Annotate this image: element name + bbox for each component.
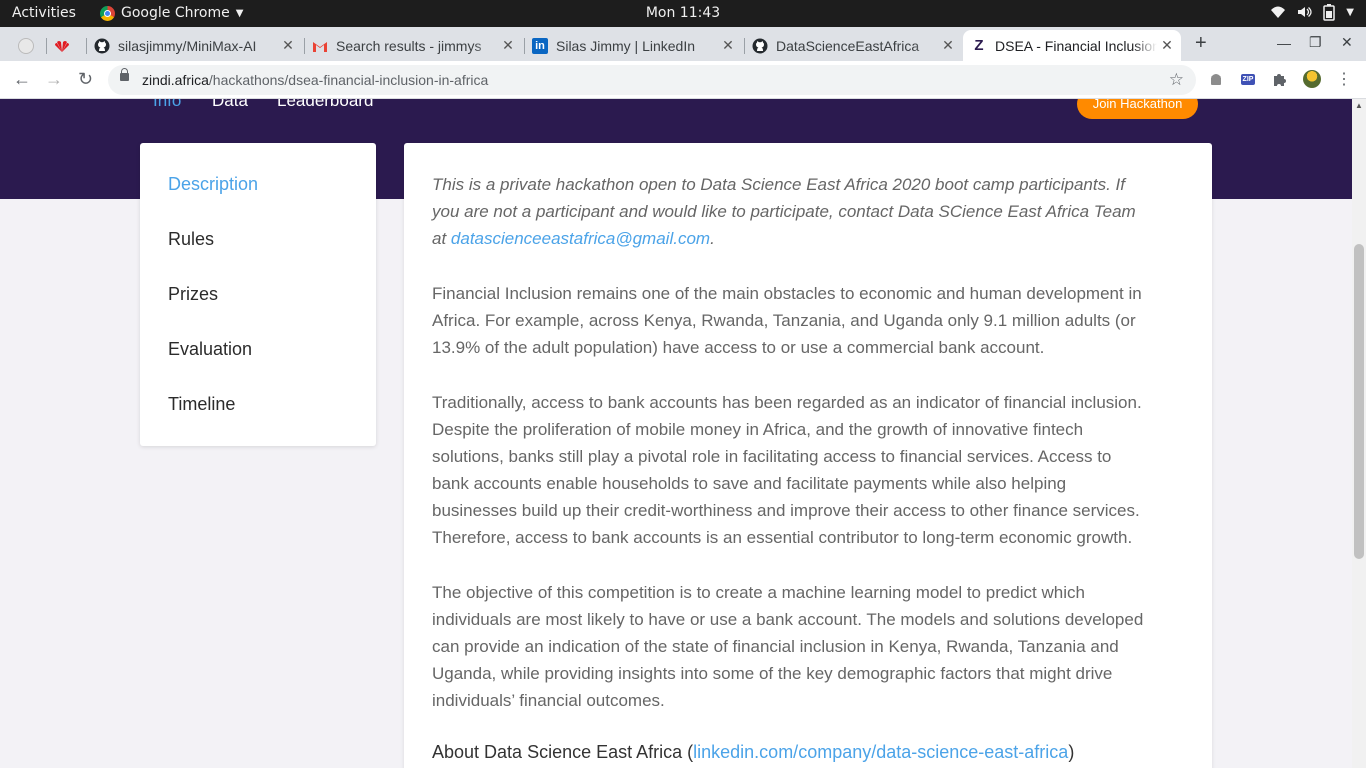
system-top-bar: Activities Google Chrome ▼ Mon 11:43 ▼ xyxy=(0,0,1366,27)
text-line: solutions, banks still play a pivotal ro… xyxy=(432,447,1112,466)
about-heading: About Data Science East Africa (linkedin… xyxy=(432,742,1075,762)
tab-dsea-github[interactable]: DataScienceEastAfrica ✕ xyxy=(744,30,962,61)
text-line: can provide an indication of the state o… xyxy=(432,637,1119,656)
text-line: bank accounts enable households to save … xyxy=(432,474,1067,493)
paragraph-bank-accounts: Traditionally, access to bank accounts h… xyxy=(432,389,1192,551)
subnav-data[interactable]: Data xyxy=(212,99,248,111)
battery-icon xyxy=(1323,4,1336,21)
contact-email-link[interactable]: datascienceeastafrica@gmail.com xyxy=(451,229,710,248)
close-window-button[interactable]: ✕ xyxy=(1341,34,1353,51)
paragraph-objective: The objective of this competition is to … xyxy=(432,579,1192,714)
tab-strip: silasjimmy/MiniMax-AI ✕ Search results -… xyxy=(0,27,1366,61)
zip-extension-icon[interactable]: ZIP xyxy=(1239,70,1257,88)
chrome-icon xyxy=(100,5,115,21)
url-text[interactable]: zindi.africa/hackathons/dsea-financial-i… xyxy=(142,72,488,88)
subnav-info[interactable]: Info xyxy=(153,99,181,111)
section-sidebar: Description Rules Prizes Evaluation Time… xyxy=(140,143,376,446)
intro-line: you are not a participant and would like… xyxy=(432,202,1136,221)
scrollbar-thumb[interactable] xyxy=(1354,244,1364,559)
dsea-linkedin-link[interactable]: linkedin.com/company/data-science-east-a… xyxy=(693,742,1068,762)
text-line: Financial Inclusion remains one of the m… xyxy=(432,284,1142,303)
huawei-logo-icon xyxy=(54,38,70,54)
intro-line: This is a private hackathon open to Data… xyxy=(432,175,1125,194)
text-line: individuals’ financial outcomes. xyxy=(432,691,665,710)
sidebar-item-timeline[interactable]: Timeline xyxy=(168,394,235,415)
lock-icon xyxy=(120,68,129,81)
bookmark-star-icon[interactable]: ☆ xyxy=(1169,70,1184,90)
text-line: Therefore, access to bank accounts is an… xyxy=(432,528,1133,547)
page-scrollbar[interactable]: ▲ xyxy=(1352,99,1366,768)
volume-icon xyxy=(1298,7,1312,17)
app-name: Google Chrome xyxy=(121,5,230,21)
text-line: The objective of this competition is to … xyxy=(432,583,1085,602)
tab-minimax[interactable]: silasjimmy/MiniMax-AI ✕ xyxy=(86,30,302,61)
tab-blank[interactable] xyxy=(10,30,44,61)
address-bar[interactable]: zindi.africa/hackathons/dsea-financial-i… xyxy=(108,65,1196,95)
page-viewport: Info Data Leaderboard Join Hackathon Des… xyxy=(0,99,1352,768)
scroll-up-icon[interactable]: ▲ xyxy=(1355,101,1363,110)
close-icon[interactable]: ✕ xyxy=(1157,37,1177,54)
blank-circle-icon xyxy=(18,37,34,54)
profile-avatar[interactable] xyxy=(1303,70,1321,88)
intro-line: at datascienceeastafrica@gmail.com. xyxy=(432,229,715,248)
description-card: This is a private hackathon open to Data… xyxy=(404,143,1212,768)
paragraph-financial-inclusion: Financial Inclusion remains one of the m… xyxy=(432,280,1192,361)
sidebar-item-evaluation[interactable]: Evaluation xyxy=(168,339,252,360)
gmail-icon xyxy=(312,38,328,54)
intro-paragraph: This is a private hackathon open to Data… xyxy=(432,171,1192,252)
github-icon xyxy=(752,38,768,54)
tab-title: silasjimmy/MiniMax-AI xyxy=(118,37,257,54)
browser-toolbar: ← → ↻ zindi.africa/hackathons/dsea-finan… xyxy=(0,61,1366,99)
reload-icon[interactable]: ↻ xyxy=(78,69,93,90)
text-line: individuals are most likely to have or u… xyxy=(432,610,1144,629)
close-icon[interactable]: ✕ xyxy=(278,37,298,54)
maximize-button[interactable]: ❐ xyxy=(1309,34,1322,51)
close-icon[interactable]: ✕ xyxy=(938,37,958,54)
app-menu[interactable]: Google Chrome ▼ xyxy=(100,5,243,21)
close-icon[interactable]: ✕ xyxy=(498,37,518,54)
sidebar-item-prizes[interactable]: Prizes xyxy=(168,284,218,305)
github-icon xyxy=(94,38,110,54)
tab-linkedin[interactable]: in Silas Jimmy | LinkedIn ✕ xyxy=(524,30,742,61)
linkedin-icon: in xyxy=(532,37,548,54)
sidebar-item-description[interactable]: Description xyxy=(168,174,258,195)
wifi-icon xyxy=(1271,6,1286,18)
forward-arrow-icon[interactable]: → xyxy=(45,69,63,90)
zindi-icon: Z xyxy=(974,37,984,54)
back-arrow-icon[interactable]: ← xyxy=(13,69,31,90)
chevron-down-icon: ▼ xyxy=(1346,6,1354,18)
text-line: Despite the proliferation of mobile mone… xyxy=(432,420,1084,439)
tab-title: Silas Jimmy | LinkedIn xyxy=(556,37,696,54)
text-line: businesses build up their credit-worthin… xyxy=(432,501,1140,520)
menu-dots-icon[interactable]: ⋮ xyxy=(1335,70,1353,88)
text-line: Traditionally, access to bank accounts h… xyxy=(432,393,1142,412)
system-tray[interactable]: ▼ xyxy=(1270,3,1354,21)
activities-button[interactable]: Activities xyxy=(12,5,76,21)
tab-title: DataScienceEastAfrica xyxy=(776,37,920,54)
tab-huawei[interactable] xyxy=(46,30,84,61)
close-icon[interactable]: ✕ xyxy=(718,37,738,54)
join-hackathon-button[interactable]: Join Hackathon xyxy=(1077,99,1198,119)
subnav-leaderboard[interactable]: Leaderboard xyxy=(277,99,373,111)
clock[interactable]: Mon 11:43 xyxy=(646,5,720,21)
sidebar-item-rules[interactable]: Rules xyxy=(168,229,214,250)
minimize-button[interactable]: — xyxy=(1277,35,1291,51)
text-line: Uganda, while providing insights into so… xyxy=(432,664,1113,683)
chevron-down-icon: ▼ xyxy=(235,7,244,19)
tab-title: DSEA - Financial Inclusion xyxy=(995,37,1157,54)
puzzle-extensions-icon[interactable] xyxy=(1271,70,1289,88)
android-extension-icon[interactable] xyxy=(1207,70,1225,88)
text-line: Africa. For example, across Kenya, Rwand… xyxy=(432,311,1136,330)
tab-gmail-search[interactable]: Search results - jimmys ✕ xyxy=(304,30,522,61)
tab-dsea-zindi-active[interactable]: Z DSEA - Financial Inclusion ✕ xyxy=(963,30,1181,61)
tab-title: Search results - jimmys xyxy=(336,37,482,54)
text-line: 13.9% of the adult population) have acce… xyxy=(432,338,1045,357)
new-tab-button[interactable]: + xyxy=(1195,32,1207,55)
